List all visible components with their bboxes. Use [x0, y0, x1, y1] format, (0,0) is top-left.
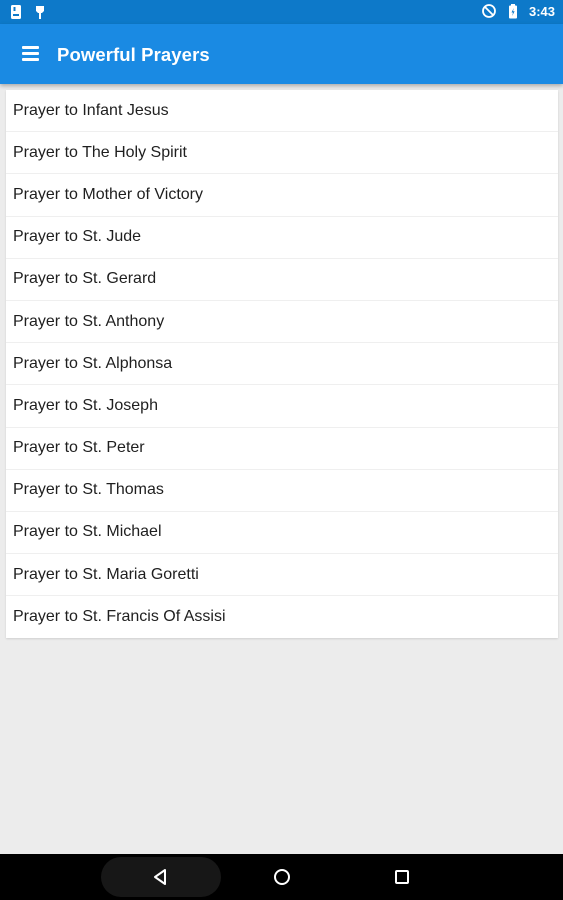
prayer-list: Prayer to Infant Jesus Prayer to The Hol… [6, 90, 558, 639]
prayer-item-st-joseph[interactable]: Prayer to St. Joseph [6, 385, 558, 428]
prayer-item-st-gerard[interactable]: Prayer to St. Gerard [6, 259, 558, 301]
home-icon[interactable] [271, 866, 293, 888]
prayer-item-st-thomas[interactable]: Prayer to St. Thomas [6, 470, 558, 512]
prayer-item-st-francis-of-assisi[interactable]: Prayer to St. Francis Of Assisi [6, 596, 558, 638]
prayer-item-st-jude[interactable]: Prayer to St. Jude [6, 217, 558, 259]
prayer-item-holy-spirit[interactable]: Prayer to The Holy Spirit [6, 132, 558, 175]
back-icon[interactable] [150, 866, 172, 888]
app-title: Powerful Prayers [57, 44, 210, 65]
prayer-item-st-michael[interactable]: Prayer to St. Michael [6, 512, 558, 555]
status-right-icons: 3:43 [481, 3, 555, 19]
status-time: 3:43 [528, 3, 555, 19]
sd-card-icon [8, 4, 24, 20]
prayer-item-st-peter[interactable]: Prayer to St. Peter [6, 428, 558, 470]
navigation-bar [0, 854, 563, 900]
status-left-icons [8, 4, 48, 20]
app-bar: Powerful Prayers [0, 24, 563, 84]
battery-charging-icon [505, 3, 521, 19]
prayer-item-infant-jesus[interactable]: Prayer to Infant Jesus [6, 90, 558, 133]
hamburger-menu-icon[interactable] [14, 40, 46, 68]
status-bar: 3:43 [0, 0, 563, 24]
prayer-item-st-alphonsa[interactable]: Prayer to St. Alphonsa [6, 343, 558, 386]
recents-icon[interactable] [391, 866, 413, 888]
prayer-item-st-anthony[interactable]: Prayer to St. Anthony [6, 301, 558, 344]
notification-pin-icon [32, 4, 48, 20]
prayer-item-mother-of-victory[interactable]: Prayer to Mother of Victory [6, 174, 558, 217]
prayer-item-st-maria-goretti[interactable]: Prayer to St. Maria Goretti [6, 554, 558, 597]
do-not-disturb-icon [481, 3, 497, 19]
